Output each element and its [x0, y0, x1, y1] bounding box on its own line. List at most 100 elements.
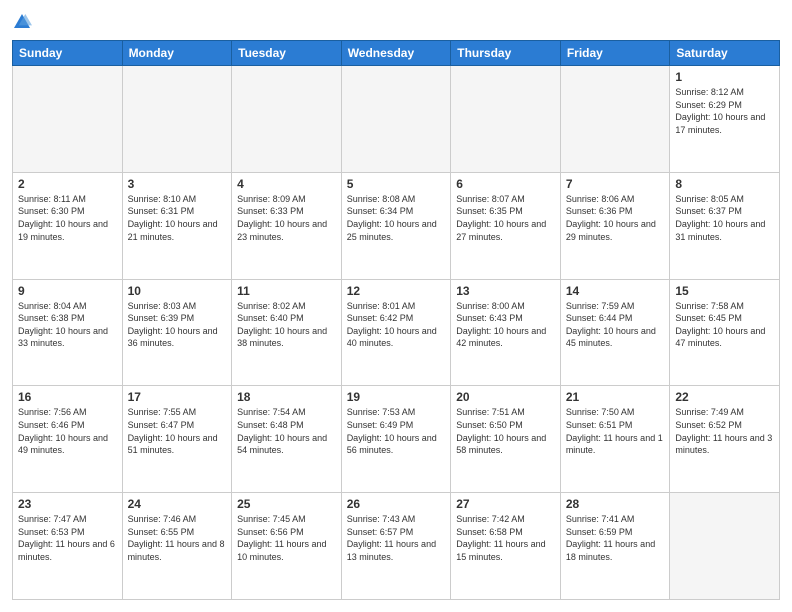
- calendar-cell: 2Sunrise: 8:11 AM Sunset: 6:30 PM Daylig…: [13, 172, 123, 279]
- day-info: Sunrise: 8:01 AM Sunset: 6:42 PM Dayligh…: [347, 300, 446, 350]
- calendar-cell: 26 Sunrise: 7:43 AM Sunset: 6:57 PM Dayli…: [341, 493, 451, 600]
- page: SundayMondayTuesdayWednesdayThursdayFrid…: [0, 0, 792, 612]
- day-number: 13: [456, 284, 555, 298]
- calendar-cell: 20 Sunrise: 7:51 AM Sunset: 6:50 PM Dayli…: [451, 386, 561, 493]
- day-info: Sunrise: 7:41 AM Sunset: 6:59 PM Dayligh…: [566, 513, 665, 563]
- day-info: Sunrise: 7:49 AM Sunset: 6:52 PM Dayligh…: [675, 406, 774, 456]
- calendar-cell: 19Sunrise: 7:53 AM Sunset: 6:49 PM Dayli…: [341, 386, 451, 493]
- day-info: Sunrise: 8:08 AM Sunset: 6:34 PM Dayligh…: [347, 193, 446, 243]
- day-number: 17: [128, 390, 227, 404]
- day-number: 15: [675, 284, 774, 298]
- day-number: 24: [128, 497, 227, 511]
- day-number: 7: [566, 177, 665, 191]
- day-info: Sunrise: 7:51 AM Sunset: 6:50 PM Dayligh…: [456, 406, 555, 456]
- weekday-header: Wednesday: [341, 41, 451, 66]
- calendar-week-row: 16 Sunrise: 7:56 AM Sunset: 6:46 PM Dayli…: [13, 386, 780, 493]
- day-number: 28: [566, 497, 665, 511]
- day-number: 20: [456, 390, 555, 404]
- calendar-cell: [122, 66, 232, 173]
- calendar-cell: 18Sunrise: 7:54 AM Sunset: 6:48 PM Dayli…: [232, 386, 342, 493]
- calendar-cell: 1 Sunrise: 8:12 AM Sunset: 6:29 PM Daylig…: [670, 66, 780, 173]
- day-info: Sunrise: 8:05 AM Sunset: 6:37 PM Dayligh…: [675, 193, 774, 243]
- day-number: 14: [566, 284, 665, 298]
- day-info: Sunrise: 7:47 AM Sunset: 6:53 PM Dayligh…: [18, 513, 117, 563]
- day-info: Sunrise: 7:45 AM Sunset: 6:56 PM Dayligh…: [237, 513, 336, 563]
- day-info: Sunrise: 8:09 AM Sunset: 6:33 PM Dayligh…: [237, 193, 336, 243]
- calendar-cell: [13, 66, 123, 173]
- calendar-cell: 14Sunrise: 7:59 AM Sunset: 6:44 PM Dayli…: [560, 279, 670, 386]
- day-info: Sunrise: 7:55 AM Sunset: 6:47 PM Dayligh…: [128, 406, 227, 456]
- day-number: 21: [566, 390, 665, 404]
- day-info: Sunrise: 8:04 AM Sunset: 6:38 PM Dayligh…: [18, 300, 117, 350]
- calendar-cell: 21 Sunrise: 7:50 AM Sunset: 6:51 PM Dayli…: [560, 386, 670, 493]
- calendar-cell: 28 Sunrise: 7:41 AM Sunset: 6:59 PM Dayli…: [560, 493, 670, 600]
- calendar-cell: 24 Sunrise: 7:46 AM Sunset: 6:55 PM Dayli…: [122, 493, 232, 600]
- calendar-cell: 7 Sunrise: 8:06 AM Sunset: 6:36 PM Daylig…: [560, 172, 670, 279]
- day-number: 27: [456, 497, 555, 511]
- day-number: 2: [18, 177, 117, 191]
- calendar-cell: 23 Sunrise: 7:47 AM Sunset: 6:53 PM Dayli…: [13, 493, 123, 600]
- calendar-cell: [560, 66, 670, 173]
- day-info: Sunrise: 7:46 AM Sunset: 6:55 PM Dayligh…: [128, 513, 227, 563]
- day-number: 26: [347, 497, 446, 511]
- day-number: 6: [456, 177, 555, 191]
- calendar: SundayMondayTuesdayWednesdayThursdayFrid…: [12, 40, 780, 600]
- calendar-cell: 8Sunrise: 8:05 AM Sunset: 6:37 PM Daylig…: [670, 172, 780, 279]
- weekday-header: Saturday: [670, 41, 780, 66]
- day-number: 1: [675, 70, 774, 84]
- day-info: Sunrise: 7:58 AM Sunset: 6:45 PM Dayligh…: [675, 300, 774, 350]
- day-info: Sunrise: 8:00 AM Sunset: 6:43 PM Dayligh…: [456, 300, 555, 350]
- day-number: 11: [237, 284, 336, 298]
- calendar-week-row: 1 Sunrise: 8:12 AM Sunset: 6:29 PM Daylig…: [13, 66, 780, 173]
- day-info: Sunrise: 7:56 AM Sunset: 6:46 PM Dayligh…: [18, 406, 117, 456]
- day-number: 4: [237, 177, 336, 191]
- calendar-cell: 6Sunrise: 8:07 AM Sunset: 6:35 PM Daylig…: [451, 172, 561, 279]
- logo: [12, 12, 36, 32]
- calendar-cell: 13 Sunrise: 8:00 AM Sunset: 6:43 PM Dayli…: [451, 279, 561, 386]
- logo-icon: [12, 12, 32, 32]
- day-info: Sunrise: 7:42 AM Sunset: 6:58 PM Dayligh…: [456, 513, 555, 563]
- weekday-header-row: SundayMondayTuesdayWednesdayThursdayFrid…: [13, 41, 780, 66]
- day-number: 18: [237, 390, 336, 404]
- calendar-cell: 22 Sunrise: 7:49 AM Sunset: 6:52 PM Dayli…: [670, 386, 780, 493]
- calendar-cell: 15 Sunrise: 7:58 AM Sunset: 6:45 PM Dayli…: [670, 279, 780, 386]
- calendar-cell: 17 Sunrise: 7:55 AM Sunset: 6:47 PM Dayli…: [122, 386, 232, 493]
- day-number: 23: [18, 497, 117, 511]
- day-number: 5: [347, 177, 446, 191]
- day-number: 19: [347, 390, 446, 404]
- weekday-header: Sunday: [13, 41, 123, 66]
- calendar-cell: 11 Sunrise: 8:02 AM Sunset: 6:40 PM Dayli…: [232, 279, 342, 386]
- day-number: 16: [18, 390, 117, 404]
- day-info: Sunrise: 7:43 AM Sunset: 6:57 PM Dayligh…: [347, 513, 446, 563]
- calendar-cell: [232, 66, 342, 173]
- calendar-cell: 4 Sunrise: 8:09 AM Sunset: 6:33 PM Daylig…: [232, 172, 342, 279]
- day-info: Sunrise: 8:02 AM Sunset: 6:40 PM Dayligh…: [237, 300, 336, 350]
- weekday-header: Thursday: [451, 41, 561, 66]
- day-number: 25: [237, 497, 336, 511]
- weekday-header: Monday: [122, 41, 232, 66]
- day-info: Sunrise: 8:12 AM Sunset: 6:29 PM Dayligh…: [675, 86, 774, 136]
- day-number: 3: [128, 177, 227, 191]
- day-number: 10: [128, 284, 227, 298]
- calendar-cell: 12 Sunrise: 8:01 AM Sunset: 6:42 PM Dayli…: [341, 279, 451, 386]
- day-info: Sunrise: 8:10 AM Sunset: 6:31 PM Dayligh…: [128, 193, 227, 243]
- calendar-cell: 16 Sunrise: 7:56 AM Sunset: 6:46 PM Dayli…: [13, 386, 123, 493]
- calendar-cell: 27 Sunrise: 7:42 AM Sunset: 6:58 PM Dayli…: [451, 493, 561, 600]
- calendar-week-row: 2Sunrise: 8:11 AM Sunset: 6:30 PM Daylig…: [13, 172, 780, 279]
- calendar-cell: 3 Sunrise: 8:10 AM Sunset: 6:31 PM Daylig…: [122, 172, 232, 279]
- day-number: 9: [18, 284, 117, 298]
- day-number: 12: [347, 284, 446, 298]
- day-number: 22: [675, 390, 774, 404]
- weekday-header: Tuesday: [232, 41, 342, 66]
- calendar-cell: [451, 66, 561, 173]
- calendar-week-row: 23 Sunrise: 7:47 AM Sunset: 6:53 PM Dayli…: [13, 493, 780, 600]
- weekday-header: Friday: [560, 41, 670, 66]
- header: [12, 12, 780, 32]
- calendar-cell: [670, 493, 780, 600]
- calendar-cell: 10Sunrise: 8:03 AM Sunset: 6:39 PM Dayli…: [122, 279, 232, 386]
- calendar-cell: 5 Sunrise: 8:08 AM Sunset: 6:34 PM Daylig…: [341, 172, 451, 279]
- calendar-cell: 25 Sunrise: 7:45 AM Sunset: 6:56 PM Dayli…: [232, 493, 342, 600]
- day-info: Sunrise: 8:06 AM Sunset: 6:36 PM Dayligh…: [566, 193, 665, 243]
- day-info: Sunrise: 7:50 AM Sunset: 6:51 PM Dayligh…: [566, 406, 665, 456]
- calendar-cell: 9 Sunrise: 8:04 AM Sunset: 6:38 PM Daylig…: [13, 279, 123, 386]
